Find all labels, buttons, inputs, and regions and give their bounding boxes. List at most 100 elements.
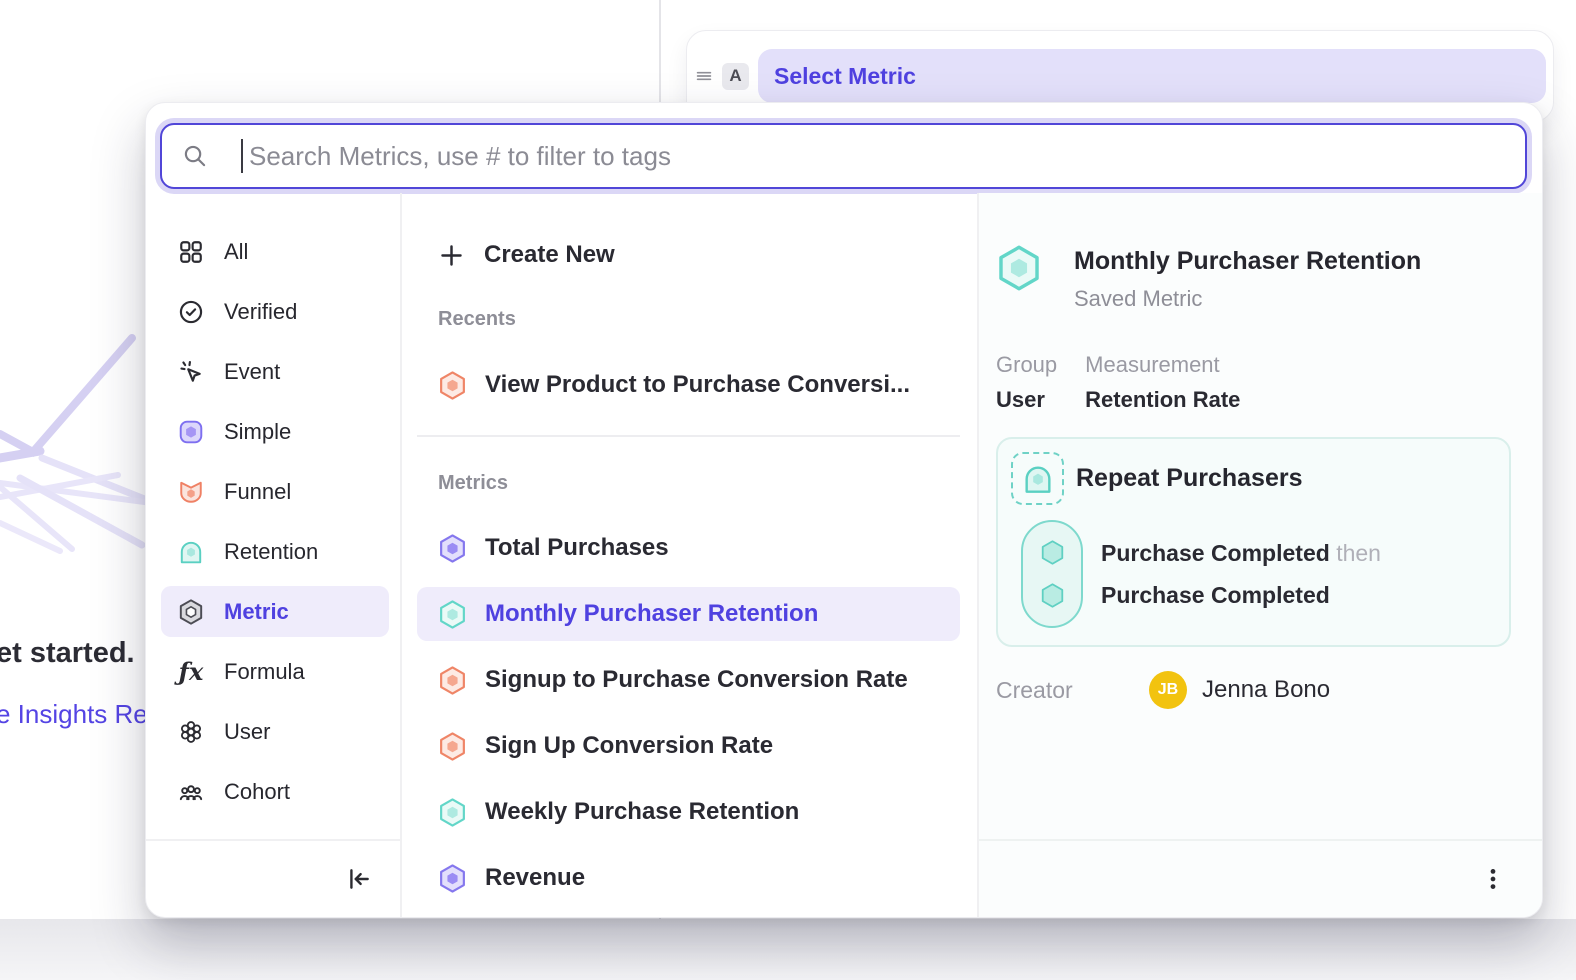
retention-metric-type-icon [438,798,467,827]
screen: et started. e Insights Re A Select Metri… [0,0,1576,980]
sidebar-item-retention[interactable]: Retention [161,526,389,577]
creator-row: Creator JB Jenna Bono [996,671,1518,709]
sidebar-item-label: Formula [224,659,305,685]
sidebar-item-label: Retention [224,539,318,565]
metric-item-sign-up-conversion-rate[interactable]: Sign Up Conversion Rate [417,719,960,773]
detail-title: Monthly Purchaser Retention [1074,247,1421,276]
creator-name: Jenna Bono [1202,676,1330,704]
metric-item-revenue[interactable]: Revenue [417,851,960,905]
metric-list-column: Create New Recents View Product to Purch… [402,193,979,917]
plus-icon [438,242,465,269]
series-badge: A [722,63,749,90]
sidebar-item-event[interactable]: Event [161,346,389,397]
metric-definition-card: Repeat Purchasers Purchase Completed the… [996,437,1511,647]
select-metric-label: Select Metric [774,63,916,90]
step-2: Purchase Completed [1101,575,1381,615]
retention-metric-type-icon [996,245,1042,291]
measurement-value: Retention Rate [1085,387,1240,413]
group-value: User [996,387,1057,413]
decorative-chart-lines [0,300,160,640]
search-box[interactable] [160,123,1527,189]
sidebar-item-label: Verified [224,299,297,325]
type-filter-sidebar: All Verified Event Simple Funnel [146,193,402,917]
group-meta: Group User [996,352,1057,413]
metric-item-label: Total Purchases [485,534,669,562]
metric-item-label: Weekly Purchase Retention [485,798,799,826]
detail-header: Monthly Purchaser Retention Saved Metric [996,245,1518,312]
simple-metric-icon [178,419,204,445]
funnel-metric-type-icon [438,732,467,761]
sidebar-item-label: Cohort [224,779,290,805]
creator-avatar: JB [1149,671,1187,709]
sidebar-item-verified[interactable]: Verified [161,286,389,337]
select-metric-button[interactable]: Select Metric [758,49,1546,103]
sidebar-item-funnel[interactable]: Funnel [161,466,389,517]
group-label: Group [996,352,1057,378]
sidebar-item-user[interactable]: User [161,706,389,757]
creator-label: Creator [996,677,1149,704]
metric-item-label: Sign Up Conversion Rate [485,732,773,760]
metric-picker-modal: All Verified Event Simple Funnel [145,102,1543,918]
retention-arch-icon [178,539,204,565]
metric-item-signup-to-purchase-conversion-rate[interactable]: Signup to Purchase Conversion Rate [417,653,960,707]
sidebar-item-label: User [224,719,270,745]
recents-header: Recents [438,308,960,331]
retention-definition-icon-box [1011,452,1064,505]
event-hexagon-icon [1039,582,1066,609]
metrics-header: Metrics [438,472,960,495]
sidebar-item-label: Event [224,359,280,385]
background-heading-fragment: et started. [0,637,135,670]
sidebar-item-formula[interactable]: ƒx Formula [161,646,389,697]
step-connector: then [1336,540,1381,566]
overflow-menu-icon[interactable] [1480,866,1506,892]
detail-meta: Group User Measurement Retention Rate [996,352,1518,413]
list-divider [417,435,960,437]
metric-detail-panel: Monthly Purchaser Retention Saved Metric… [979,193,1542,917]
detail-footer [979,839,1542,917]
metric-item-monthly-purchaser-retention[interactable]: Monthly Purchaser Retention [417,587,960,641]
search-area [146,103,1542,193]
picker-columns: All Verified Event Simple Funnel [146,193,1542,917]
sidebar-item-label: Metric [224,599,289,625]
drag-handle-icon[interactable] [693,65,715,87]
user-cluster-icon [178,719,204,745]
retention-arch-icon [1022,463,1054,495]
recent-metric-item[interactable]: View Product to Purchase Conversi... [417,358,960,412]
sidebar-item-metric[interactable]: Metric [161,586,389,637]
metric-item-label: Monthly Purchaser Retention [485,600,818,628]
sidebar-item-all[interactable]: All [161,226,389,277]
sidebar-item-simple[interactable]: Simple [161,406,389,457]
definition-name: Repeat Purchasers [1076,464,1303,493]
measurement-meta: Measurement Retention Rate [1085,352,1240,413]
verified-seal-icon [178,299,204,325]
cursor-click-icon [178,359,204,385]
metric-item-weekly-purchase-retention[interactable]: Weekly Purchase Retention [417,785,960,839]
simple-metric-type-icon [438,534,467,563]
step-2-event: Purchase Completed [1101,582,1330,608]
background-bottom-strip [0,919,1576,980]
definition-header: Repeat Purchasers [1011,452,1495,505]
background-insights-link-fragment[interactable]: e Insights Re [0,699,148,730]
create-new-button[interactable]: Create New [417,231,960,279]
steps-capsule [1021,520,1083,628]
text-caret [241,139,243,173]
funnel-metric-type-icon [438,371,467,400]
step-1: Purchase Completed then [1101,533,1381,573]
search-icon [182,143,208,169]
metric-item-label: View Product to Purchase Conversi... [485,371,910,399]
metric-hexagon-icon [178,599,204,625]
cohort-people-icon [178,779,204,805]
collapse-sidebar-icon[interactable] [346,866,372,892]
definition-steps: Purchase Completed then Purchase Complet… [1021,520,1495,628]
sidebar-item-cohort[interactable]: Cohort [161,766,389,817]
simple-metric-type-icon [438,864,467,893]
funnel-icon [178,479,204,505]
detail-subtitle: Saved Metric [1074,286,1421,312]
sidebar-footer [146,839,400,917]
search-input[interactable] [247,140,1525,173]
grid-icon [178,239,204,265]
retention-metric-type-icon [438,600,467,629]
step-1-event: Purchase Completed [1101,540,1330,566]
metric-item-total-purchases[interactable]: Total Purchases [417,521,960,575]
metric-item-label: Revenue [485,864,585,892]
